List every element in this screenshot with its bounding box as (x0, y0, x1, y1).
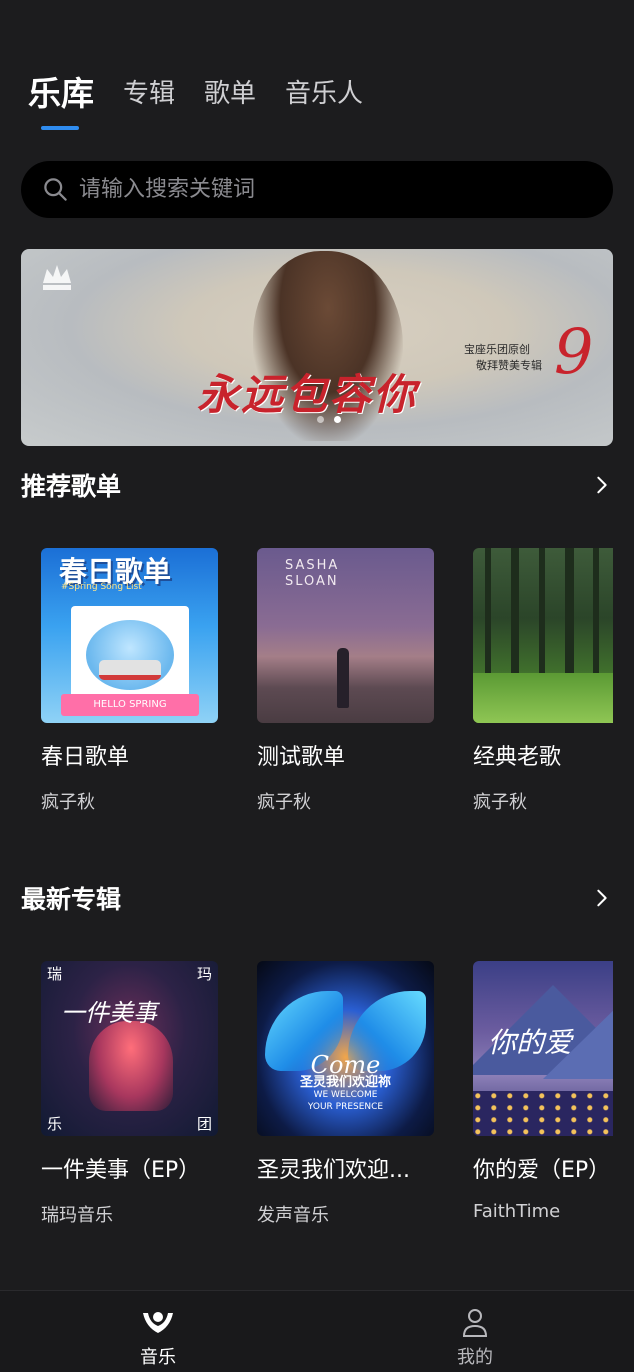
playlist-card[interactable]: SASHA SLOAN 测试歌单 疯子秋 (257, 548, 434, 813)
cover-strip: HELLO SPRING (61, 694, 199, 716)
cover-corner-text: 乐 (47, 1115, 63, 1133)
tree-illustration (89, 1021, 173, 1111)
search-input[interactable] (79, 177, 579, 202)
cover-script: 你的爱 (488, 1026, 573, 1059)
tree-trunk (593, 548, 599, 678)
cover-corner-text: 团 (196, 1115, 212, 1133)
tab-playlists[interactable]: 歌单 (204, 72, 256, 116)
tab-artists[interactable]: 音乐人 (285, 72, 363, 116)
album-card[interactable]: 一件美事 瑞 玛 乐 团 一件美事（EP） 瑞玛音乐 (41, 961, 218, 1226)
top-tabs: 乐库 专辑 歌单 音乐人 (28, 72, 392, 116)
bus-illustration (99, 660, 161, 680)
chevron-right-icon[interactable] (591, 887, 613, 909)
section-title: 最新专辑 (21, 885, 122, 914)
crown-logo-icon (43, 265, 71, 290)
playlist-author: 疯子秋 (473, 792, 527, 813)
grass (473, 673, 613, 723)
playlist-name[interactable]: 经典老歌 (473, 739, 561, 771)
album-cover[interactable]: Come 圣灵我们欢迎祢 WE WELCOME YOUR PRESENCE (257, 961, 434, 1136)
tree-trunk (565, 548, 574, 678)
carousel-dot-active[interactable] (334, 416, 341, 423)
bottom-nav: 音乐 我的 (0, 1290, 634, 1372)
playlist-cover[interactable]: SASHA SLOAN (257, 548, 434, 723)
banner-subtitle: 宝座乐团原创 (464, 343, 530, 356)
cover-script: 一件美事 (61, 999, 157, 1027)
nav-label: 我的 (457, 1347, 493, 1368)
cover-corner-text: 玛 (196, 965, 212, 983)
playlist-name[interactable]: 春日歌单 (41, 739, 129, 771)
nav-label: 音乐 (140, 1347, 176, 1368)
banner-title: 永远包容你 (197, 370, 418, 419)
cover-corner-text: 瑞 (47, 965, 63, 983)
playlist-name[interactable]: 测试歌单 (257, 739, 345, 771)
cover-subtitle-line: WE WELCOME (313, 1090, 378, 1100)
album-name[interactable]: 你的爱（EP） (473, 1152, 610, 1184)
banner-number: 9 (554, 315, 594, 388)
cover-title-line: SLOAN (285, 574, 339, 589)
playlist-card[interactable]: 经典老歌 疯子秋 (473, 548, 613, 813)
album-name[interactable]: 一件美事（EP） (41, 1152, 200, 1184)
album-artist: 瑞玛音乐 (41, 1205, 113, 1226)
cover-subtitle-line: YOUR PRESENCE (307, 1102, 384, 1112)
user-icon (462, 1309, 488, 1337)
search-bar[interactable] (21, 161, 613, 218)
chevron-right-icon[interactable] (591, 474, 613, 496)
recommended-playlists-header[interactable]: 推荐歌单 (21, 467, 613, 503)
tree-trunk (539, 548, 545, 678)
banner-carousel[interactable]: 永远包容你 宝座乐团原创 敬拜赞美专辑 9 (21, 249, 613, 446)
playlist-cover[interactable] (473, 548, 613, 723)
person-silhouette (337, 648, 349, 708)
playlist-cover[interactable]: 春日歌单 #Spring Song List HELLO SPRING (41, 548, 218, 723)
active-tab-indicator (41, 126, 79, 130)
cover-title: SASHA SLOAN (285, 558, 339, 590)
carousel-dots (317, 416, 341, 423)
banner-subtitle: 敬拜赞美专辑 (476, 359, 542, 372)
latest-albums-header[interactable]: 最新专辑 (21, 880, 613, 916)
search-icon (44, 178, 67, 201)
album-cover[interactable]: 一件美事 瑞 玛 乐 团 (41, 961, 218, 1136)
album-cover[interactable]: 你的爱 (473, 961, 613, 1136)
album-card[interactable]: Come 圣灵我们欢迎祢 WE WELCOME YOUR PRESENCE 圣灵我… (257, 961, 434, 1226)
album-name[interactable]: 圣灵我们欢迎... (257, 1152, 410, 1184)
carousel-dot[interactable] (317, 416, 324, 423)
cover-title: 圣灵我们欢迎祢 (299, 1075, 391, 1090)
cover-title-line: SASHA (285, 558, 340, 573)
tab-library[interactable]: 乐库 (28, 72, 94, 116)
music-person-icon (143, 1312, 173, 1333)
tree-trunk (485, 548, 491, 678)
playlist-card[interactable]: 春日歌单 #Spring Song List HELLO SPRING 春日歌单… (41, 548, 218, 813)
playlist-author: 疯子秋 (257, 792, 311, 813)
section-title: 推荐歌单 (21, 472, 122, 501)
cover-subtitle: #Spring Song List (61, 582, 142, 592)
nav-music[interactable]: 音乐 (118, 1307, 198, 1369)
album-artist: 发声音乐 (257, 1205, 329, 1226)
tree-trunk (511, 548, 519, 678)
playlist-author: 疯子秋 (41, 792, 95, 813)
album-artist: FaithTime (473, 1201, 561, 1222)
flower-field (473, 1091, 613, 1136)
tab-albums[interactable]: 专辑 (123, 72, 175, 116)
cover-subtitle: WE WELCOME YOUR PRESENCE (257, 1089, 434, 1113)
album-card[interactable]: 你的爱 你的爱（EP） FaithTime (473, 961, 613, 1222)
nav-mine[interactable]: 我的 (435, 1307, 515, 1369)
